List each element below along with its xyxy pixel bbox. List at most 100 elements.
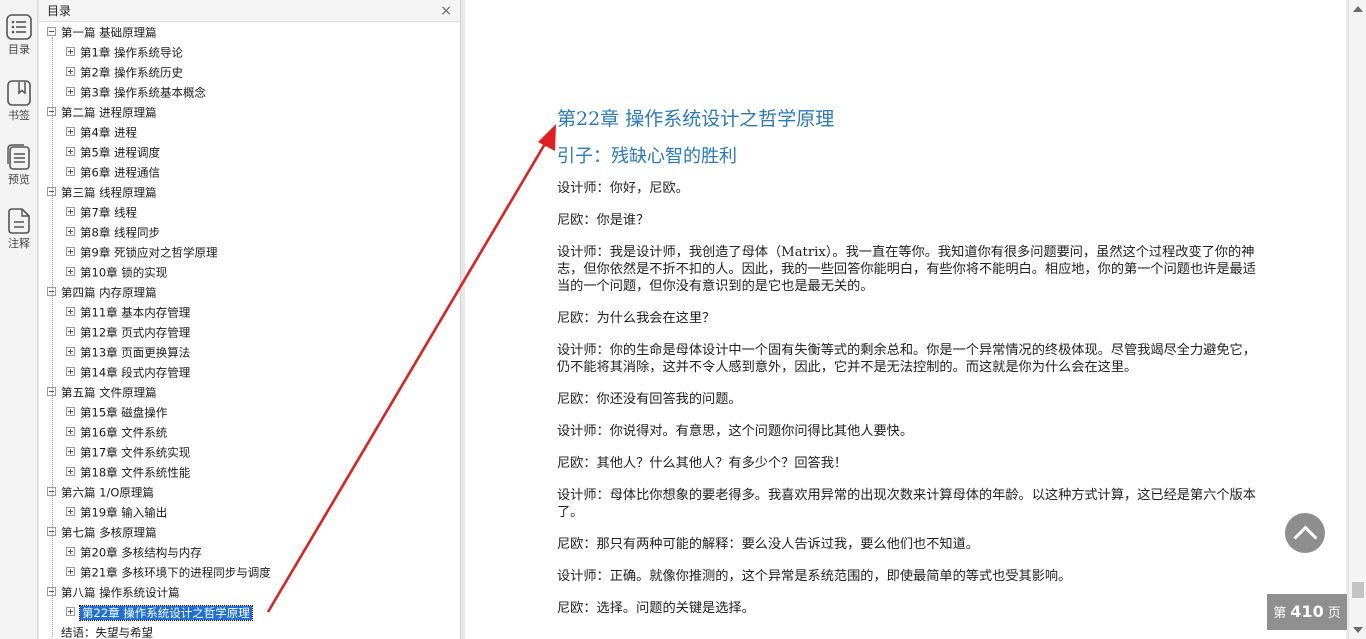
document-body: 设计师：你好，尼欧。 尼欧：你是谁？ 设计师：我是设计师，我创造了母体（Matrix…	[557, 180, 1262, 632]
document-page: 第22章 操作系统设计之哲学原理 引子：残缺心智的胜利 设计师：你好，尼欧。 尼欧…	[465, 0, 1346, 639]
expand-icon[interactable]	[66, 247, 75, 256]
toc-item-label: 第三篇 线程原理篇	[61, 185, 157, 200]
toc-chapter-item[interactable]: 第4章 进程	[66, 122, 137, 142]
expand-icon[interactable]	[66, 547, 75, 556]
toc-chapter-item[interactable]: 第14章 段式内存管理	[66, 362, 190, 382]
preview-rail-button[interactable]: 预览	[0, 144, 38, 204]
toc-item-label: 结语：失望与希望	[61, 625, 153, 639]
toc-item-label: 第1章 操作系统导论	[80, 45, 183, 60]
toc-part-item[interactable]: 第六篇 1/O原理篇	[47, 482, 154, 502]
page-indicator-suffix: 页	[1327, 606, 1341, 621]
annotation-rail-button[interactable]: 注释	[0, 208, 38, 268]
toc-part-item[interactable]: 第七篇 多核原理篇	[47, 522, 157, 542]
toc-part-item[interactable]: 第五篇 文件原理篇	[47, 382, 157, 402]
toc-rail-button[interactable]: 目录	[0, 14, 38, 74]
body-paragraph: 尼欧：那只有两种可能的解释：要么没人告诉过我，要么他们也不知道。	[557, 537, 979, 552]
toc-chapter-item[interactable]: 第9章 死锁应对之哲学原理	[66, 242, 217, 262]
expand-icon[interactable]	[66, 267, 75, 276]
toc-chapter-item[interactable]: 第8章 线程同步	[66, 222, 160, 242]
toc-item-label: 第3章 操作系统基本概念	[80, 85, 206, 100]
toc-item-label: 第6章 进程通信	[80, 165, 160, 180]
toc-part-item[interactable]: 第三篇 线程原理篇	[47, 182, 157, 202]
toc-chapter-item[interactable]: 第17章 文件系统实现	[66, 442, 190, 462]
body-paragraph: 设计师：母体比你想象的要老得多。我喜欢用异常的出现次数来计算母体的年龄。以这种方…	[557, 488, 1256, 520]
side-rail: 目录 书签 预览 注释	[0, 0, 38, 639]
toc-tree: 第一篇 基础原理篇第1章 操作系统导论 第2章 操作系统历史第3章 操作系统基本概…	[39, 22, 442, 639]
expand-icon[interactable]	[66, 567, 75, 576]
page-number: 410	[1290, 602, 1324, 621]
toc-item-label: 第8章 线程同步	[80, 225, 160, 240]
expand-icon[interactable]	[66, 367, 75, 376]
scroll-down-arrow-icon[interactable]	[1353, 627, 1363, 633]
toc-item-label: 第2章 操作系统历史	[80, 65, 183, 80]
toc-chapter-item[interactable]: 第15章 磁盘操作	[66, 402, 167, 422]
document-scrollbar[interactable]	[1348, 0, 1366, 639]
expand-icon[interactable]	[66, 407, 75, 416]
toc-chapter-item[interactable]: 第20章 多核结构与内存	[66, 542, 202, 562]
expand-icon[interactable]	[66, 147, 75, 156]
expand-icon[interactable]	[66, 447, 75, 456]
list-icon	[6, 14, 32, 40]
toc-chapter-item[interactable]: 第13章 页面更换算法	[66, 342, 190, 362]
document-scrollbar-thumb[interactable]	[1352, 582, 1364, 598]
scroll-up-arrow-icon[interactable]	[1353, 6, 1363, 12]
annotation-rail-label: 注释	[8, 237, 30, 250]
toc-chapter-item[interactable]: 第3章 操作系统基本概念	[66, 82, 206, 102]
toc-chapter-item[interactable]: 第2章 操作系统历史	[66, 62, 183, 82]
toc-chapter-item[interactable]: 第22章 操作系统设计之哲学原理	[66, 602, 253, 622]
toc-chapter-item[interactable]: 第19章 输入输出	[66, 502, 167, 522]
toc-part-item[interactable]: 第一篇 基础原理篇	[47, 22, 157, 42]
expand-icon[interactable]	[66, 607, 75, 616]
expand-icon[interactable]	[66, 127, 75, 136]
collapse-icon[interactable]	[47, 27, 56, 36]
bookmark-rail-button[interactable]: 书签	[0, 80, 38, 140]
toc-item-label: 第六篇 1/O原理篇	[61, 485, 154, 500]
toc-item-label: 第19章 输入输出	[80, 505, 168, 520]
toc-item-label: 第7章 线程	[80, 205, 137, 220]
expand-icon[interactable]	[66, 67, 75, 76]
close-icon[interactable]: ×	[440, 0, 452, 22]
bookmark-rail-label: 书签	[8, 109, 30, 122]
toc-chapter-item[interactable]: 第21章 多核环境下的进程同步与调度	[66, 562, 271, 582]
body-paragraph: 尼欧：你还没有回答我的问题。	[557, 392, 742, 407]
expand-icon[interactable]	[66, 327, 75, 336]
toc-item-label: 第五篇 文件原理篇	[61, 385, 157, 400]
toc-item-label: 第9章 死锁应对之哲学原理	[80, 245, 218, 260]
toc-item-label: 第11章 基本内存管理	[80, 305, 191, 320]
page-indicator: 第 410 页	[1267, 594, 1347, 630]
toc-item-label: 第14章 段式内存管理	[80, 365, 191, 380]
toc-chapter-item[interactable]: 第10章 锁的实现	[66, 262, 167, 282]
expand-icon[interactable]	[66, 227, 75, 236]
expand-icon[interactable]	[66, 507, 75, 516]
toc-part-item[interactable]: 第二篇 进程原理篇	[47, 102, 157, 122]
expand-icon[interactable]	[66, 307, 75, 316]
expand-icon[interactable]	[66, 167, 75, 176]
toc-item-label: 第二篇 进程原理篇	[61, 105, 157, 120]
toc-rail-label: 目录	[8, 43, 30, 56]
body-paragraph: 尼欧：为什么我会在这里？	[557, 311, 716, 326]
toc-chapter-item[interactable]: 第6章 进程通信	[66, 162, 160, 182]
expand-icon[interactable]	[66, 207, 75, 216]
toc-chapter-item[interactable]: 第11章 基本内存管理	[66, 302, 190, 322]
document-viewport[interactable]: 第22章 操作系统设计之哲学原理 引子：残缺心智的胜利 设计师：你好，尼欧。 尼欧…	[462, 0, 1348, 639]
pdf-reader-window: 目录 书签 预览 注释 目录 × 第一篇 基础原理篇 第1章 操作系统导论 第2…	[0, 0, 1366, 639]
back-to-top-button[interactable]	[1285, 513, 1325, 553]
toc-part-item[interactable]: 结语：失望与希望	[47, 622, 153, 639]
toc-chapter-item[interactable]: 第7章 线程	[66, 202, 137, 222]
body-paragraph: 设计师：正确。就像你推测的，这个异常是系统范围的，即使最简单的等式也受其影响。	[557, 569, 1072, 584]
expand-icon[interactable]	[66, 87, 75, 96]
toc-chapter-item[interactable]: 第18章 文件系统性能	[66, 462, 190, 482]
toc-chapter-item[interactable]: 第5章 进程调度	[66, 142, 160, 162]
expand-icon[interactable]	[66, 347, 75, 356]
toc-item-label: 第22章 操作系统设计之哲学原理	[79, 604, 253, 621]
toc-part-item[interactable]: 第四篇 内存原理篇	[47, 282, 157, 302]
toc-chapter-item[interactable]: 第12章 页式内存管理	[66, 322, 190, 342]
expand-icon[interactable]	[66, 467, 75, 476]
expand-icon[interactable]	[66, 427, 75, 436]
toc-chapter-item[interactable]: 第1章 操作系统导论	[66, 42, 183, 62]
toc-part-item[interactable]: 第八篇 操作系统设计篇	[47, 582, 180, 602]
toc-title: 目录	[47, 4, 72, 18]
body-paragraph: 尼欧：选择。问题的关键是选择。	[557, 601, 755, 616]
expand-icon[interactable]	[66, 47, 75, 56]
toc-chapter-item[interactable]: 第16章 文件系统	[66, 422, 167, 442]
